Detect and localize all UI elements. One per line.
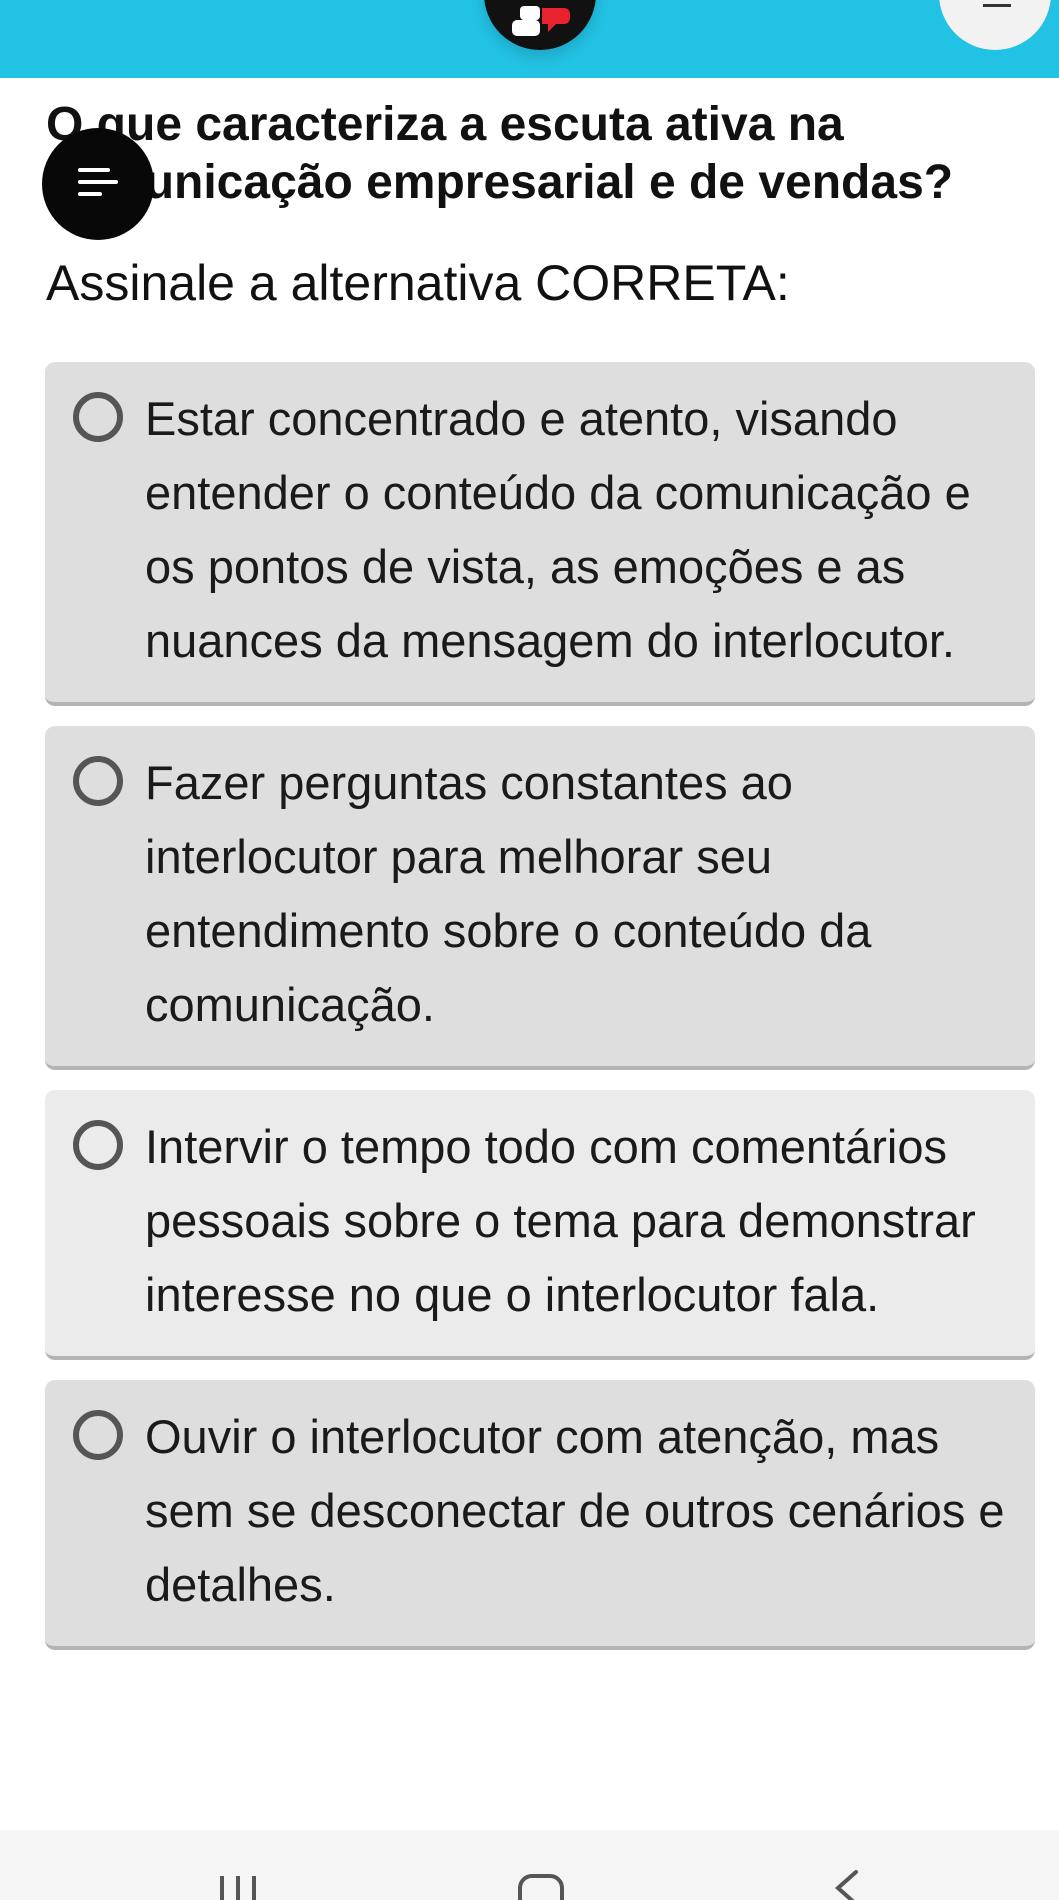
back-icon[interactable]	[826, 1870, 866, 1900]
radio-button-icon[interactable]	[73, 1410, 123, 1460]
answer-option-2[interactable]: Fazer perguntas constantes ao interlocut…	[45, 726, 1035, 1070]
recents-icon[interactable]	[218, 1876, 262, 1900]
answer-option-text: Ouvir o interlocutor com atenção, mas se…	[145, 1410, 1005, 1611]
answer-option-4[interactable]: Ouvir o interlocutor com atenção, mas se…	[45, 1380, 1035, 1650]
radio-button-icon[interactable]	[73, 1120, 123, 1170]
answer-option-text: Estar concentrado e atento, visando ente…	[145, 392, 971, 667]
menu-icon-line	[78, 192, 102, 196]
answer-option-1[interactable]: Estar concentrado e atento, visando ente…	[45, 362, 1035, 706]
radio-button-icon[interactable]	[73, 392, 123, 442]
answer-option-text: Intervir o tempo todo com comentários pe…	[145, 1120, 976, 1321]
answer-option-3[interactable]: Intervir o tempo todo com comentários pe…	[45, 1090, 1035, 1360]
radio-button-icon[interactable]	[73, 756, 123, 806]
minus-icon	[983, 4, 1011, 7]
menu-icon	[78, 168, 110, 172]
question-title: O que caracteriza a escuta ativa na comu…	[46, 98, 954, 209]
answer-option-text: Fazer perguntas constantes ao interlocut…	[145, 756, 872, 1031]
home-icon[interactable]	[518, 1874, 564, 1900]
answer-options: Estar concentrado e atento, visando ente…	[45, 362, 1035, 1670]
question-instruction: Assinale a alternativa CORRETA:	[46, 255, 790, 311]
system-navigation-bar	[0, 1830, 1059, 1900]
menu-icon-line	[78, 180, 118, 184]
menu-button[interactable]	[42, 128, 154, 240]
